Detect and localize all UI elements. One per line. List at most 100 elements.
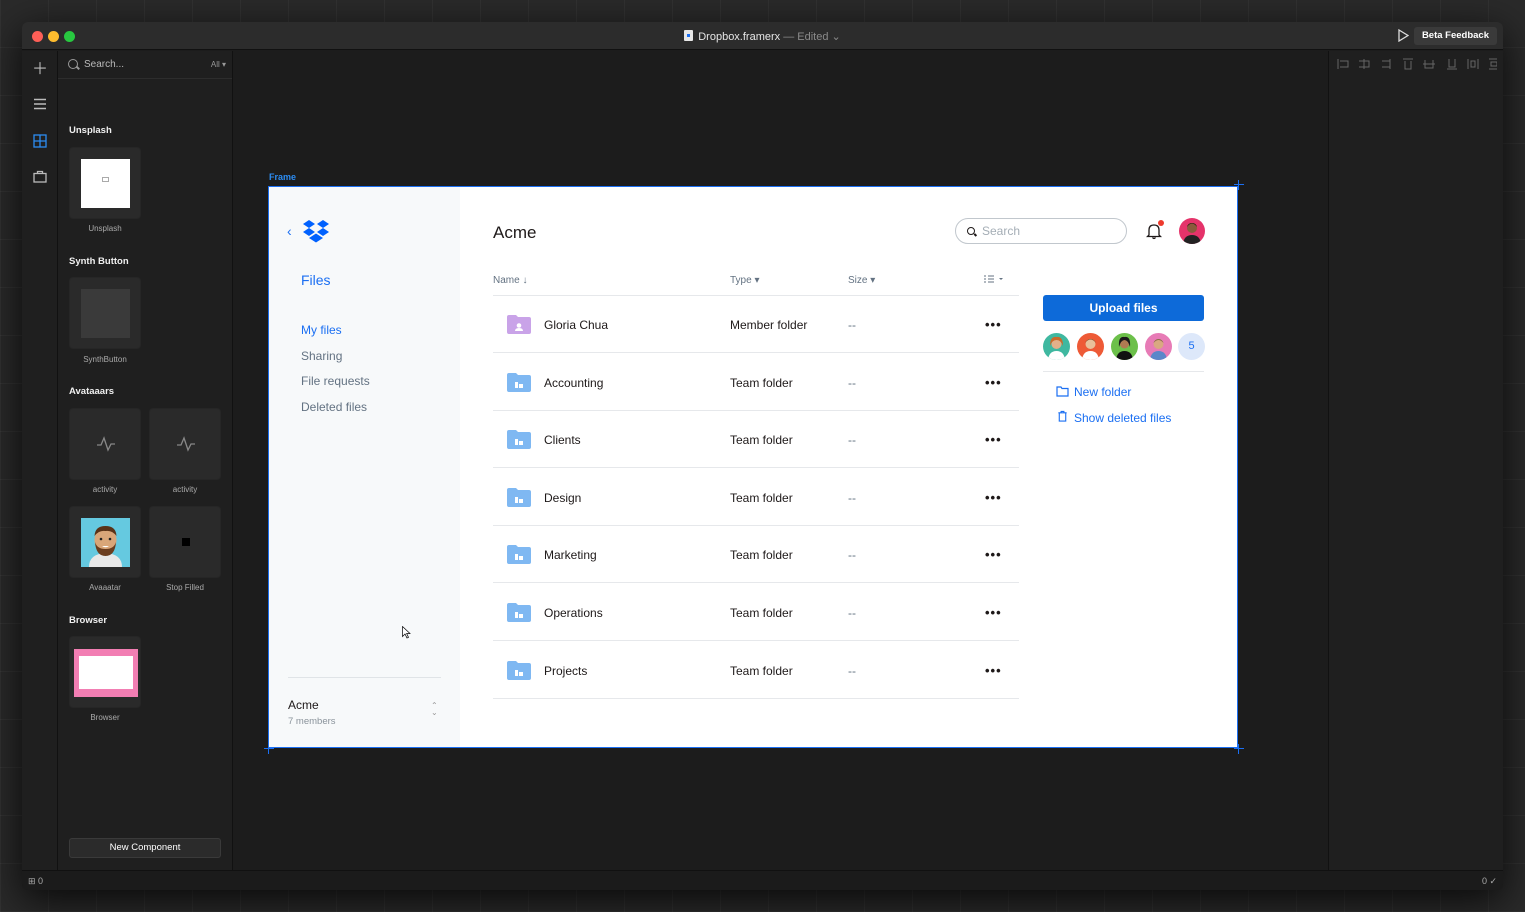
new-folder-link[interactable]: New folder <box>1074 385 1131 399</box>
avatar-preview <box>81 518 130 567</box>
member-avatar[interactable] <box>1077 333 1104 360</box>
file-size: -- <box>848 663 856 678</box>
table-row[interactable]: Gloria Chua Member folder -- ••• <box>493 296 1019 353</box>
preview-play-button[interactable] <box>1397 28 1411 43</box>
dropbox-sidebar: ‹ Files My files Sharing File requests D… <box>269 187 460 747</box>
frame-label[interactable]: Frame <box>269 172 296 182</box>
component-search[interactable]: Search... All ▾ <box>58 51 232 79</box>
file-size: -- <box>848 548 856 563</box>
file-size: -- <box>848 433 856 448</box>
align-tools[interactable] <box>1337 58 1499 73</box>
file-name[interactable]: Operations <box>544 606 603 620</box>
nav-file-requests[interactable]: File requests <box>301 374 370 388</box>
file-type: Member folder <box>730 318 808 332</box>
component-tile-unsplash[interactable] <box>69 147 141 219</box>
upload-files-button[interactable]: Upload files <box>1043 295 1204 321</box>
trash-icon <box>1058 410 1067 422</box>
component-label: activity <box>172 485 198 494</box>
page-title: Acme <box>493 223 537 242</box>
files-link[interactable]: Files <box>301 272 331 288</box>
user-avatar[interactable] <box>1179 218 1205 244</box>
column-header-type[interactable]: Type ▾ <box>730 275 760 286</box>
beta-feedback-button[interactable]: Beta Feedback <box>1413 27 1497 45</box>
file-type: Team folder <box>730 548 793 563</box>
view-toggle[interactable] <box>984 275 1004 286</box>
column-name-label: Name <box>493 275 520 286</box>
document-icon <box>684 30 694 41</box>
team-folder-icon <box>507 487 531 507</box>
member-avatar[interactable] <box>1111 333 1138 360</box>
sort-down-icon: ↓ <box>522 275 528 286</box>
new-folder-icon <box>1056 386 1069 397</box>
file-type: Team folder <box>730 663 793 678</box>
more-options-icon[interactable]: ••• <box>985 375 1002 390</box>
more-options-icon[interactable]: ••• <box>985 432 1002 447</box>
file-name[interactable]: Marketing <box>544 548 597 562</box>
filter-dropdown[interactable]: All ▾ <box>211 60 226 69</box>
member-avatar[interactable] <box>1145 333 1172 360</box>
search-input[interactable] <box>982 223 1112 239</box>
framer-window: Dropbox.framerx — Edited ⌄ Beta Feedback… <box>22 22 1503 890</box>
more-members-count[interactable]: 5 <box>1178 333 1205 360</box>
component-tile-stop-filled[interactable] <box>149 506 221 578</box>
back-chevron-icon[interactable]: ‹ <box>287 223 292 239</box>
table-row[interactable]: Marketing Team folder -- ••• <box>493 526 1019 584</box>
divider <box>288 677 441 678</box>
store-icon[interactable] <box>32 170 48 186</box>
components-icon[interactable] <box>32 134 48 150</box>
design-frame[interactable]: ‹ Files My files Sharing File requests D… <box>268 186 1238 748</box>
member-avatar[interactable] <box>1043 333 1070 360</box>
table-row[interactable]: Design Team folder -- ••• <box>493 469 1019 526</box>
more-options-icon[interactable]: ••• <box>985 490 1002 505</box>
notification-badge <box>1158 220 1164 226</box>
file-name[interactable]: Accounting <box>544 376 603 390</box>
dropbox-search[interactable] <box>955 218 1127 244</box>
section-title-avataaars: Avataaars <box>69 386 115 397</box>
more-options-icon[interactable]: ••• <box>985 663 1002 678</box>
more-options-icon[interactable]: ••• <box>985 547 1002 562</box>
component-tile-activity[interactable] <box>69 408 141 480</box>
component-search-input[interactable]: Search... <box>84 59 124 70</box>
column-type-label: Type <box>730 275 752 286</box>
team-folder-icon <box>507 603 531 622</box>
nav-my-files[interactable]: My files <box>301 323 342 337</box>
mouse-cursor-icon <box>402 626 411 639</box>
nav-deleted-files[interactable]: Deleted files <box>301 400 367 414</box>
dropbox-logo-icon <box>303 220 329 243</box>
file-name[interactable]: Gloria Chua <box>544 318 608 332</box>
table-row[interactable]: Projects Team folder -- ••• <box>493 642 1019 699</box>
column-header-name[interactable]: Name ↓ <box>493 275 527 286</box>
more-options-icon[interactable]: ••• <box>985 317 1002 332</box>
component-tile-avaaatar[interactable] <box>69 506 141 578</box>
show-deleted-files-link[interactable]: Show deleted files <box>1074 411 1171 425</box>
component-tile-browser[interactable] <box>69 636 141 708</box>
synthbutton-preview <box>81 289 130 338</box>
new-component-button[interactable]: New Component <box>69 838 221 858</box>
list-view-icon <box>984 275 1003 283</box>
table-row[interactable]: Accounting Team folder -- ••• <box>493 354 1019 411</box>
search-icon <box>967 227 975 235</box>
team-folder-icon <box>507 372 531 392</box>
component-tile-activity[interactable] <box>149 408 221 480</box>
grid-count[interactable]: ⊞ 0 <box>28 876 43 887</box>
window-title[interactable]: Dropbox.framerx — Edited ⌄ <box>22 30 1503 43</box>
camera-icon <box>102 177 109 182</box>
column-header-size[interactable]: Size ▾ <box>848 275 875 286</box>
nav-sharing[interactable]: Sharing <box>301 349 342 363</box>
more-options-icon[interactable]: ••• <box>985 605 1002 620</box>
layers-menu-icon[interactable] <box>32 98 48 114</box>
file-name[interactable]: Projects <box>544 664 587 678</box>
team-switcher-icon[interactable]: ⌃ ⌄ <box>431 702 438 717</box>
component-tile-synthbutton[interactable] <box>69 277 141 349</box>
browser-preview <box>74 649 138 697</box>
table-row[interactable]: Clients Team folder -- ••• <box>493 411 1019 469</box>
component-label: activity <box>92 485 118 494</box>
components-panel: Search... All ▾ Unsplash Unsplash Synth … <box>58 51 233 870</box>
column-size-label: Size <box>848 275 868 286</box>
table-row[interactable]: Operations Team folder -- ••• <box>493 584 1019 641</box>
file-name[interactable]: Clients <box>544 433 581 447</box>
file-name[interactable]: Design <box>544 491 581 505</box>
dropbox-main: Acme Name ↓ Type ▾ Size ▾ Gloria Chua Mem… <box>460 187 1237 747</box>
add-icon[interactable]: ＋ <box>32 62 48 78</box>
error-count[interactable]: 0 ✓ <box>1482 876 1497 887</box>
